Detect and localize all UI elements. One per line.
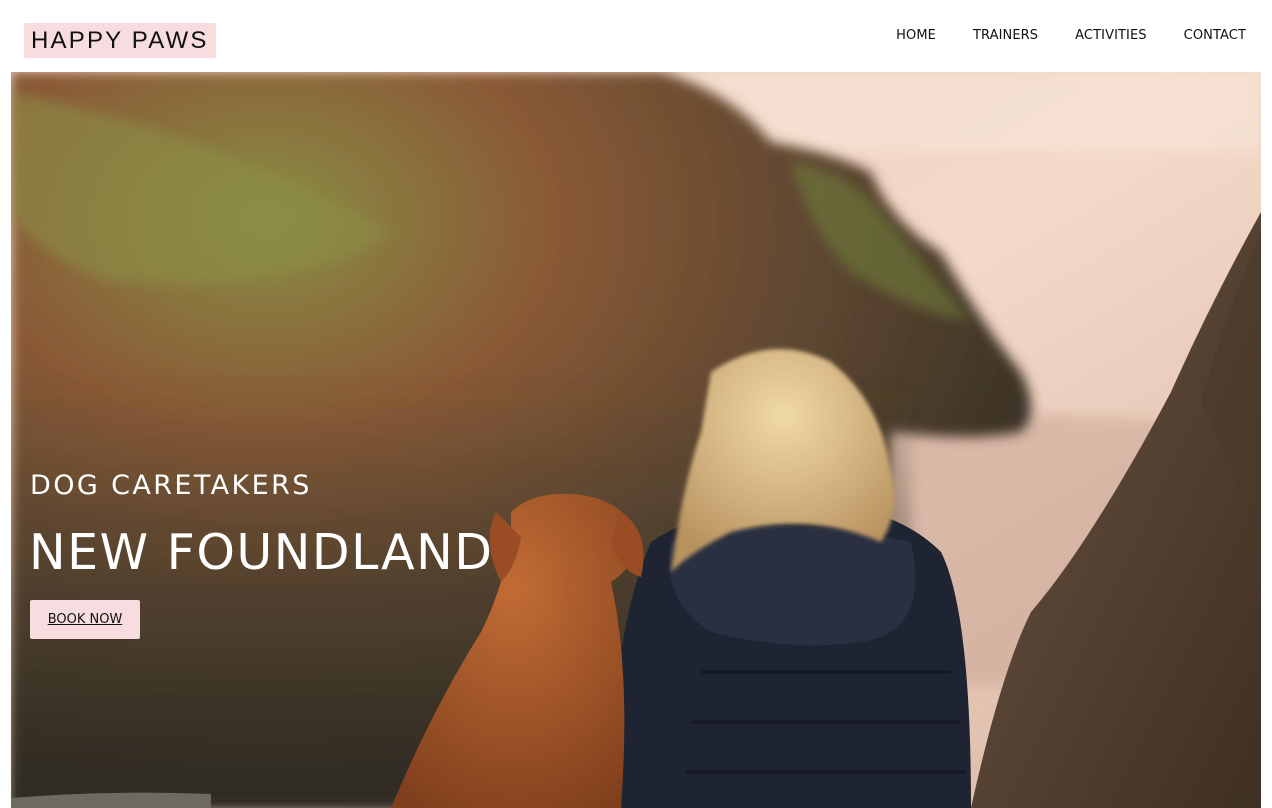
site-header: HAPPY PAWS HOME TRAINERS ACTIVITIES CONT… (0, 0, 1272, 72)
hero-title: NEW FOUNDLAND (29, 524, 494, 581)
nav-trainers-link[interactable]: TRAINERS (973, 26, 1038, 46)
nav-contact-link[interactable]: CONTACT (1184, 26, 1246, 46)
nav-home-link[interactable]: HOME (896, 26, 936, 46)
site-logo[interactable]: HAPPY PAWS (24, 23, 216, 58)
main-nav: HOME TRAINERS ACTIVITIES CONTACT (859, 26, 1246, 46)
hero-photo (11, 72, 1261, 808)
book-now-button[interactable]: BOOK NOW (30, 600, 140, 639)
nav-activities-link[interactable]: ACTIVITIES (1075, 26, 1146, 46)
hero-subtitle: DOG CARETAKERS (30, 470, 312, 501)
hero-section: DOG CARETAKERS NEW FOUNDLAND BOOK NOW (11, 72, 1261, 808)
